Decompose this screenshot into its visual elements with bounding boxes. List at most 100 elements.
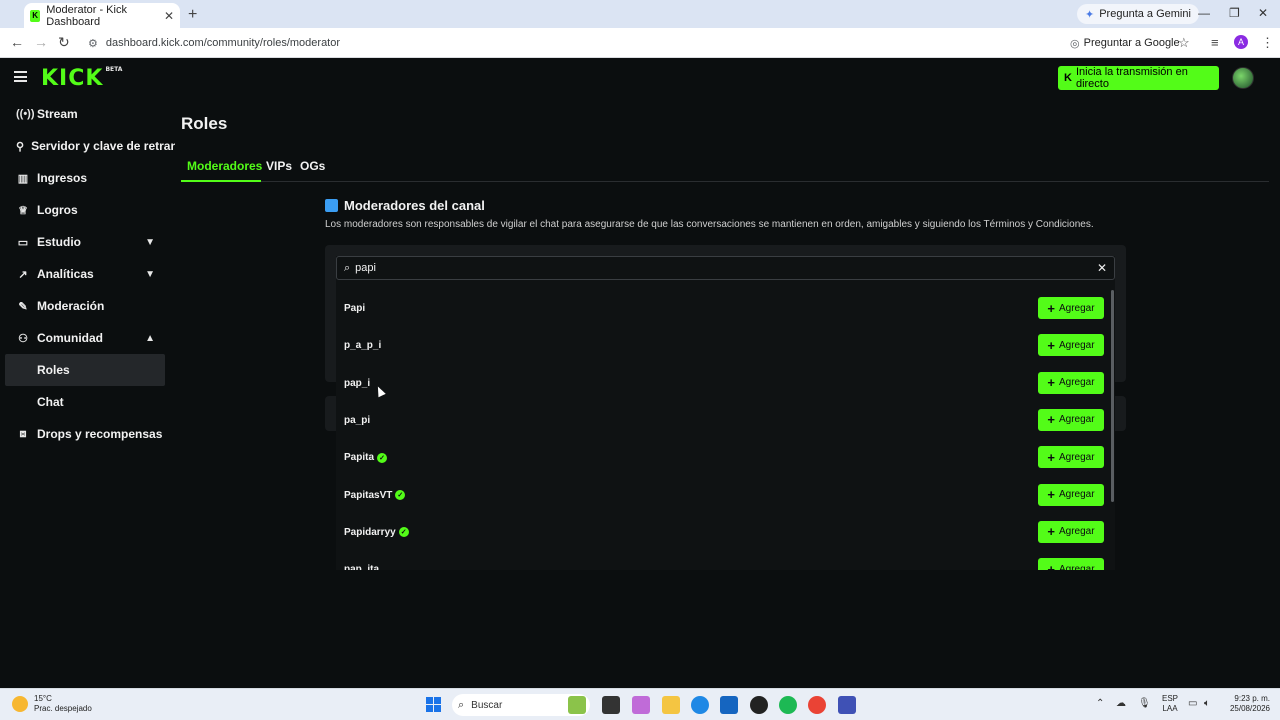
spotify-icon[interactable] [779, 696, 797, 714]
sidebar-item-label: Drops y recompensas [37, 427, 163, 441]
community-icon: ⚇ [18, 332, 28, 345]
result-username[interactable]: Papidarryy [344, 527, 396, 538]
notes-icon[interactable] [838, 696, 856, 714]
section-title: Moderadores del canal [325, 198, 485, 213]
plus-icon: + [1047, 337, 1055, 353]
menu-dots-icon[interactable]: ⋮ [1261, 35, 1274, 51]
add-moderator-button[interactable]: + Agregar [1038, 558, 1104, 570]
url-text: dashboard.kick.com/community/roles/moder… [105, 37, 341, 49]
tab-moderators[interactable]: Moderadores [187, 159, 262, 173]
results-scrollbar[interactable] [1111, 290, 1114, 502]
app-icon[interactable] [750, 696, 768, 714]
weather-widget[interactable]: 15°C Prac. despejado [12, 694, 92, 714]
plus-icon: + [1047, 375, 1055, 391]
file-explorer-icon[interactable] [662, 696, 680, 714]
user-avatar[interactable] [1232, 67, 1254, 89]
reload-icon[interactable]: ↻ [58, 34, 70, 51]
roles-tabs: Moderadores VIPs OGs [181, 156, 1269, 182]
tray-chevron-icon[interactable]: ⌃ [1096, 698, 1104, 709]
gemini-button[interactable]: ✦ Pregunta a Gemini [1077, 4, 1199, 24]
sidebar-item-label: Analíticas [37, 267, 94, 281]
tab-vips[interactable]: VIPs [266, 159, 292, 173]
sidebar-item-label: Comunidad [37, 331, 103, 345]
sidebar-item-drops[interactable]: ⧈ Drops y recompensas [0, 418, 175, 450]
search-result-row: pap_i + Agregar [336, 365, 1108, 402]
user-search-input[interactable] [355, 262, 1056, 274]
start-stream-button[interactable]: K Inicia la transmisión en directo [1058, 66, 1219, 90]
add-label: Agregar [1059, 339, 1095, 351]
add-moderator-button[interactable]: + Agregar [1038, 446, 1104, 469]
profile-avatar[interactable]: A [1234, 35, 1248, 49]
gemini-label: Pregunta a Gemini [1099, 8, 1191, 20]
url-field[interactable]: ⚙ dashboard.kick.com/community/roles/mod… [80, 32, 1080, 54]
kick-logo[interactable]: KICK BETA [41, 66, 122, 91]
network-icon[interactable]: ☁ [1116, 698, 1126, 709]
new-tab-icon[interactable]: + [188, 6, 197, 24]
monitor-icon[interactable]: ▭ [1188, 698, 1197, 709]
sidebar-item-studio[interactable]: ▭ Estudio ▼ [0, 226, 175, 258]
forward-icon[interactable]: → [34, 34, 48, 50]
language-indicator[interactable]: ESP LAA [1162, 694, 1178, 714]
add-label: Agregar [1059, 302, 1095, 314]
result-username[interactable]: PapitasVT [344, 490, 392, 501]
plus-icon: + [1047, 561, 1055, 570]
result-username[interactable]: pa_pi [344, 415, 370, 426]
tab-ogs[interactable]: OGs [300, 159, 325, 173]
edge-icon[interactable] [691, 696, 709, 714]
result-username[interactable]: pap_ita [344, 564, 379, 570]
chevron-down-icon: ▼ [145, 268, 155, 280]
add-moderator-button[interactable]: + Agregar [1038, 408, 1104, 431]
volume-icon[interactable]: 🔈︎ [1204, 698, 1210, 709]
back-icon[interactable]: ← [10, 34, 24, 50]
sidebar-item-achievements[interactable]: ♕ Logros [0, 194, 175, 226]
mic-icon[interactable]: 🎙︎ [1138, 698, 1151, 709]
add-moderator-button[interactable]: + Agregar [1038, 520, 1104, 543]
windows-start-icon[interactable] [426, 697, 441, 712]
add-label: Agregar [1059, 451, 1095, 463]
bar-chart-icon: ▥ [17, 172, 29, 185]
sidebar-item-income[interactable]: ▥ Ingresos [0, 162, 175, 194]
sidebar-item-label: Moderación [37, 299, 105, 313]
task-view-icon[interactable] [602, 696, 620, 714]
ask-google-button[interactable]: ◎ Preguntar a Google [1070, 34, 1180, 52]
bookmark-star-icon[interactable]: ☆ [1178, 35, 1190, 51]
result-username[interactable]: pap_i [344, 378, 370, 389]
app-header: KICK BETA K Inicia la transmisión en dire… [0, 58, 1280, 98]
window-close-icon[interactable]: ✕ [1258, 6, 1268, 20]
result-username[interactable]: Papita [344, 452, 374, 463]
sidebar-item-roles[interactable]: Roles [5, 354, 165, 386]
hamburger-menu-icon[interactable] [14, 71, 27, 82]
restore-icon[interactable]: ❐ [1229, 6, 1240, 20]
tab-close-icon[interactable]: ✕ [164, 9, 174, 23]
sidebar-item-server-key[interactable]: ⚲ Servidor y clave de retransmisión [0, 130, 175, 162]
search-result-row: Papidarryy ✓ + Agregar [336, 514, 1108, 551]
add-moderator-button[interactable]: + Agregar [1038, 371, 1104, 394]
user-search-field[interactable]: ⌕ ✕ [336, 256, 1115, 280]
add-label: Agregar [1059, 489, 1095, 500]
tab-search-icon[interactable]: ≡ [1211, 35, 1219, 50]
verified-check-icon: ✓ [377, 452, 388, 463]
minimize-icon[interactable]: — [1198, 6, 1210, 20]
start-stream-label: Inicia la transmisión en directo [1075, 66, 1188, 90]
sidebar-item-chat[interactable]: Chat [0, 386, 175, 418]
browser-tab[interactable]: K Moderator - Kick Dashboard ✕ [24, 3, 180, 28]
sidebar-item-moderation[interactable]: ✎ Moderación [0, 290, 175, 322]
chevron-down-icon: ▼ [145, 236, 155, 248]
add-moderator-button[interactable]: + Agregar [1038, 483, 1104, 506]
store-icon[interactable] [720, 696, 738, 714]
plus-icon: + [1047, 487, 1055, 502]
result-username[interactable]: Papi [344, 303, 365, 314]
result-username[interactable]: p_a_p_i [344, 340, 381, 351]
clear-search-icon[interactable]: ✕ [1097, 261, 1107, 275]
add-moderator-button[interactable]: + Agregar [1038, 334, 1104, 357]
chrome-icon[interactable] [808, 696, 826, 714]
add-label: Agregar [1059, 563, 1095, 570]
clock[interactable]: 9:23 p. m. 25/08/2026 [1222, 694, 1270, 714]
sidebar-item-analytics[interactable]: ↗ Analíticas ▼ [0, 258, 175, 290]
ask-google-label: Preguntar a Google [1083, 37, 1180, 49]
copilot-icon[interactable] [632, 696, 650, 714]
sidebar-item-stream[interactable]: ((•)) Stream [0, 98, 175, 130]
site-info-icon[interactable]: ⚙ [88, 37, 98, 50]
add-moderator-button[interactable]: + Agregar [1038, 297, 1104, 319]
sidebar-item-community[interactable]: ⚇ Comunidad ▲ [0, 322, 175, 354]
